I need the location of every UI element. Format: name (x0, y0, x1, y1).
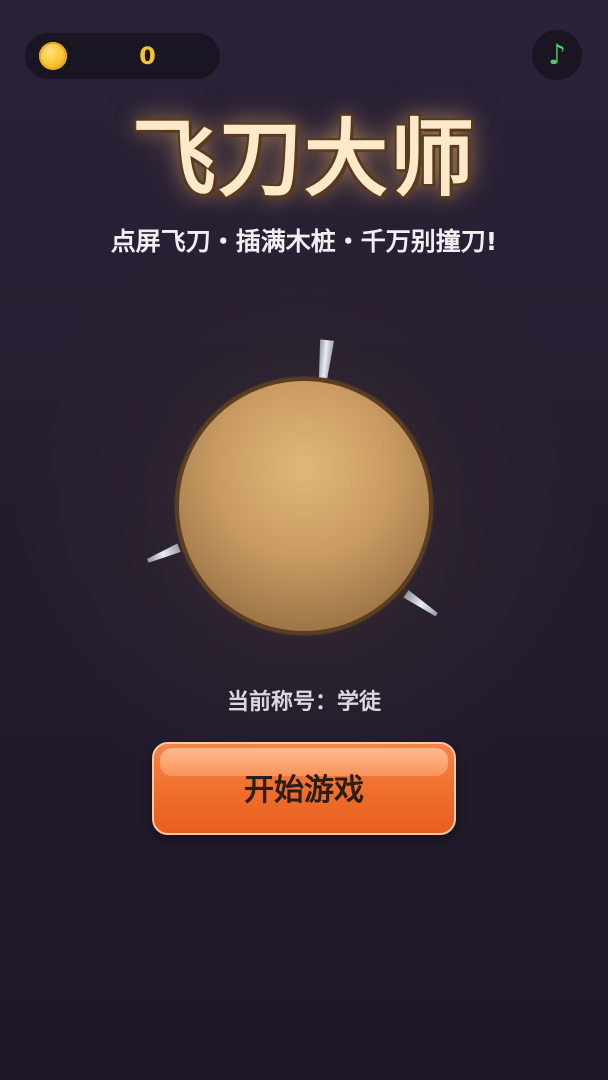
start-game-button[interactable]: 开始游戏 (152, 742, 456, 835)
music-toggle-button[interactable]: ♪ (532, 30, 582, 80)
target-board (146, 339, 438, 636)
current-rank: 当前称号：学徒 (226, 690, 381, 715)
game-stage[interactable] (0, 300, 608, 680)
start-game-label: 开始游戏 (244, 773, 364, 808)
game-title: 飞刀大师 (131, 110, 476, 208)
coin-count: 0 (139, 42, 156, 70)
coin-counter: 0 (25, 33, 220, 79)
music-note-icon: ♪ (548, 38, 566, 71)
coin-icon (39, 42, 67, 70)
wooden-log-icon (175, 377, 433, 635)
game-subtitle: 点屏飞刀・插满木桩・千万别撞刀! (110, 227, 498, 256)
